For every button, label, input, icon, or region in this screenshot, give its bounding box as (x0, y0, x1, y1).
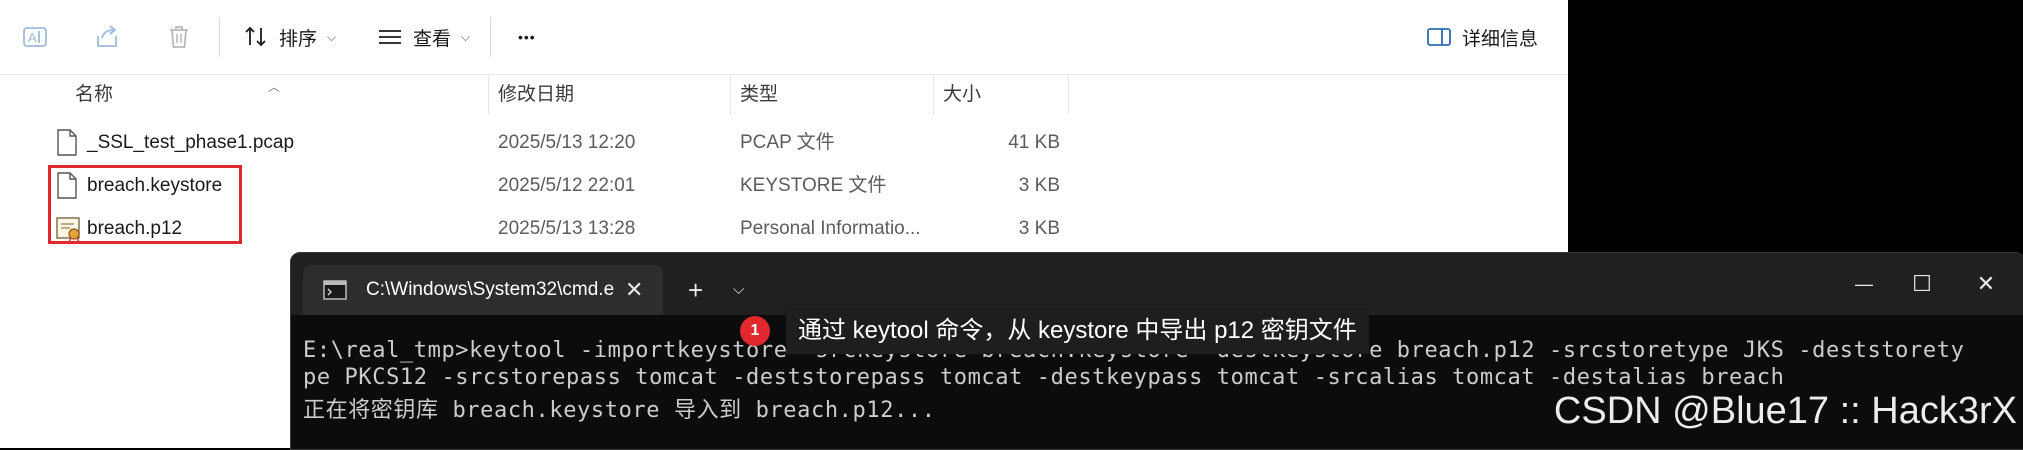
chevron-down-icon: ⌵ (461, 29, 471, 44)
file-size: 3 KB (1018, 175, 1060, 196)
terminal-line: 正在将密钥库 breach.keystore 导入到 breach.p12... (303, 398, 936, 423)
sort-ascending-icon: ︿ (268, 80, 281, 94)
sort-icon (245, 26, 266, 47)
document-icon (57, 129, 77, 156)
new-tab-button[interactable]: + (688, 265, 703, 315)
view-button[interactable]: 查看 ⌵ (377, 0, 470, 74)
file-type: Personal Informatio... (740, 218, 921, 239)
column-divider[interactable] (933, 76, 934, 114)
file-type: PCAP 文件 (740, 132, 835, 153)
more-options-button[interactable]: ••• (518, 0, 536, 74)
sort-button[interactable]: 排序 ⌵ (243, 0, 336, 74)
share-icon (97, 25, 117, 47)
file-date: 2025/5/13 13:28 (498, 218, 636, 239)
file-date: 2025/5/13 12:20 (498, 132, 636, 153)
close-window-button[interactable]: ✕ (1956, 253, 2016, 315)
column-divider[interactable] (730, 76, 731, 114)
more-icon: ••• (518, 29, 536, 45)
details-label: 详细信息 (1462, 28, 1539, 50)
details-pane-button[interactable]: 详细信息 (1426, 0, 1538, 74)
tab-close-icon[interactable]: ✕ (625, 265, 643, 315)
file-name: _SSL_test_phase1.pcap (87, 132, 295, 153)
file-size: 41 KB (1008, 132, 1060, 153)
highlight-box (48, 165, 242, 244)
share-button[interactable] (94, 0, 120, 74)
file-size: 3 KB (1018, 218, 1060, 239)
annotation-number-badge: 1 (740, 316, 770, 346)
column-header-date[interactable]: 修改日期 (498, 74, 574, 116)
tab-dropdown-button[interactable]: ⌵ (733, 265, 744, 315)
file-type: KEYSTORE 文件 (740, 175, 887, 196)
svg-text:A: A (28, 30, 37, 45)
column-header-size[interactable]: 大小 (943, 74, 981, 116)
maximize-button[interactable]: ☐ (1892, 253, 1952, 315)
toolbar-divider (219, 17, 220, 57)
column-header-name[interactable]: 名称 (75, 74, 113, 116)
details-pane-icon (1427, 28, 1451, 46)
rename-button[interactable]: A (22, 0, 48, 74)
rename-icon: A (23, 27, 47, 47)
column-header-row: 名称 ︿ 修改日期 类型 大小 (0, 74, 1568, 116)
column-header-type[interactable]: 类型 (740, 74, 778, 116)
watermark: CSDN @Blue17 :: Hack3rX (1553, 390, 2017, 432)
cmd-icon (323, 280, 347, 300)
delete-button[interactable] (166, 0, 192, 74)
chevron-down-icon: ⌵ (327, 29, 337, 44)
file-row[interactable]: _SSL_test_phase1.pcap 2025/5/13 12:20 PC… (0, 121, 1568, 164)
minimize-button[interactable]: — (1834, 253, 1894, 315)
view-label: 查看 (413, 28, 452, 50)
column-divider[interactable] (488, 76, 489, 114)
sort-label: 排序 (279, 28, 318, 50)
trash-icon (170, 26, 188, 48)
tab-title: C:\Windows\System32\cmd.e (366, 279, 615, 300)
terminal-tab[interactable]: C:\Windows\System32\cmd.e ✕ (303, 265, 663, 315)
command-bar: A 排序 ⌵ 查看 ⌵ ••• 详细信息 (0, 0, 1568, 75)
toolbar-divider (490, 17, 491, 57)
view-list-icon (379, 30, 401, 44)
terminal-titlebar: C:\Windows\System32\cmd.e ✕ + ⌵ — ☐ ✕ (291, 253, 2023, 315)
file-date: 2025/5/12 22:01 (498, 175, 636, 196)
column-divider[interactable] (1068, 76, 1069, 114)
annotation-label: 通过 keytool 命令，从 keystore 中导出 p12 密钥文件 (786, 308, 1369, 354)
